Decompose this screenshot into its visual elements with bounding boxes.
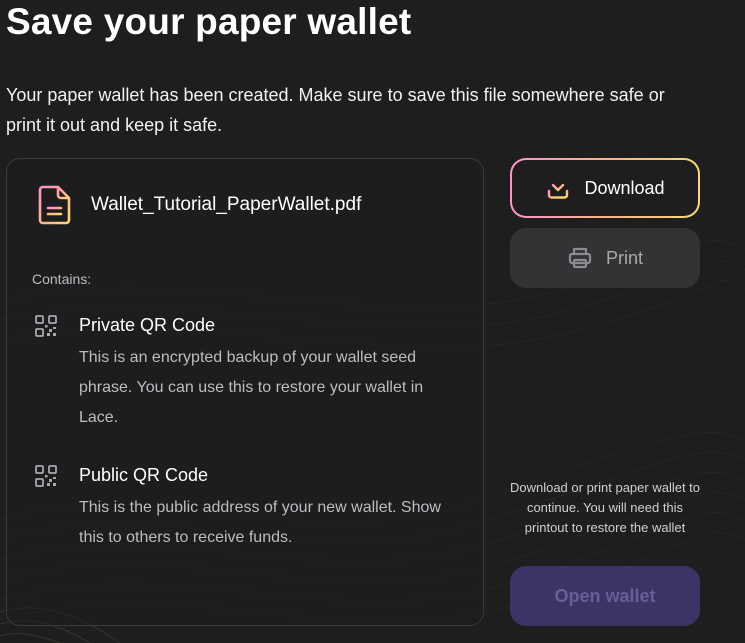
qr-code-icon xyxy=(35,465,57,487)
paper-wallet-file-card: Wallet_Tutorial_PaperWallet.pdf Contains… xyxy=(6,158,484,626)
continue-helper-text: Download or print paper wallet to contin… xyxy=(509,480,701,535)
printer-icon xyxy=(567,245,593,271)
file-name: Wallet_Tutorial_PaperWallet.pdf xyxy=(91,194,362,215)
print-button-label: Print xyxy=(605,247,643,268)
open-wallet-button-label: Open wallet xyxy=(554,585,656,606)
public-qr-code-description: This is the public address of your new w… xyxy=(79,499,441,546)
private-qr-code-title: Private QR Code xyxy=(79,315,216,335)
qr-code-icon xyxy=(35,315,57,337)
download-button[interactable]: Download xyxy=(510,158,700,218)
contains-label: Contains: xyxy=(32,271,92,287)
page-title: Save your paper wallet xyxy=(6,1,412,42)
private-qr-code-description: This is an encrypted backup of your wall… xyxy=(79,349,424,426)
public-qr-code-title: Public QR Code xyxy=(79,465,209,485)
print-button[interactable]: Print xyxy=(510,228,700,288)
pdf-file-icon xyxy=(37,184,73,226)
download-icon xyxy=(545,175,571,201)
download-button-label: Download xyxy=(584,177,665,198)
open-wallet-button[interactable]: Open wallet xyxy=(510,566,700,626)
page-description: Your paper wallet has been created. Make… xyxy=(6,85,665,135)
